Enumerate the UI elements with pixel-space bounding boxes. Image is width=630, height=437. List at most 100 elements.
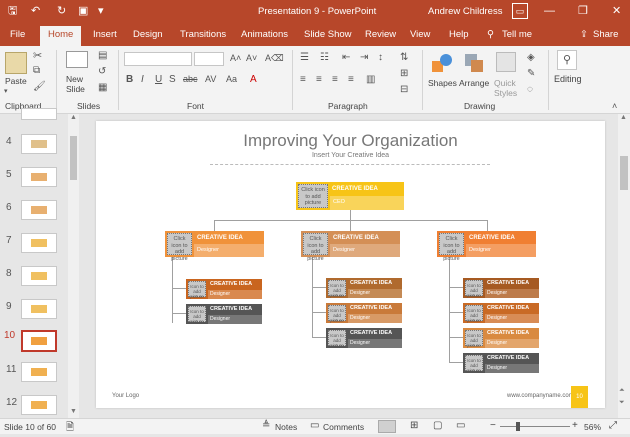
tab-help[interactable]: Help [449,29,469,40]
org-card-sub[interactable]: Icon to add picture CREATIVE IDEA Design… [326,278,402,298]
picture-placeholder[interactable]: Icon to add picture [465,330,483,348]
increase-indent-icon[interactable]: ⇥ [360,52,368,63]
card-role[interactable]: Designer [333,247,355,253]
columns-icon[interactable]: ▥ [366,74,375,85]
change-case-icon[interactable]: Aa [226,74,237,84]
shapes-button[interactable]: Shapes [428,78,457,88]
maximize-icon[interactable]: ❐ [578,4,588,18]
next-slide-icon[interactable]: ⏷ [619,399,625,407]
card-title[interactable]: CREATIVE IDEA [210,306,252,312]
card-title[interactable]: CREATIVE IDEA [197,235,243,241]
align-right-icon[interactable]: ≡ [332,74,338,85]
collapse-ribbon-icon[interactable]: ˄ [612,101,617,111]
slide-canvas[interactable]: Improving Your Organization Insert Your … [96,121,605,408]
org-card-sub[interactable]: Icon to add picture CREATIVE IDEA Design… [326,328,402,348]
format-painter-icon[interactable]: 🖌 [33,81,46,92]
shape-effects-icon[interactable]: ◌ [527,84,533,95]
scroll-thumb[interactable] [70,136,77,180]
org-card-sub[interactable]: Icon to add picture CREATIVE IDEA Design… [186,304,262,324]
comments-button[interactable]: Comments [323,422,364,432]
tell-me-search[interactable]: Tell me [502,29,532,40]
reading-view-icon[interactable]: ▢ [433,420,442,431]
font-name-input[interactable] [124,52,192,66]
align-left-icon[interactable]: ≡ [300,74,306,85]
quick-styles-icon[interactable] [496,52,516,72]
smartart-icon[interactable]: ⊟ [400,84,408,95]
picture-placeholder[interactable]: Icon to add picture [465,305,483,323]
card-title[interactable]: CREATIVE IDEA [333,235,379,241]
font-color-icon[interactable]: A [250,74,257,85]
fit-to-window-icon[interactable]: ⤢ [609,420,617,431]
new-slide-icon[interactable] [66,51,88,68]
tab-review[interactable]: Review [365,29,396,40]
slide-thumbnail[interactable] [21,299,57,319]
zoom-in-icon[interactable]: + [572,420,578,431]
org-card-sub[interactable]: Icon to add picture CREATIVE IDEA Design… [186,279,262,299]
card-role[interactable]: Designer [487,340,507,346]
slide-thumbnail[interactable] [21,233,57,253]
logo-text[interactable]: Your Logo [112,393,139,399]
editing-button[interactable]: Editing [554,74,582,84]
decrease-font-size-icon[interactable]: A˅ [246,53,257,63]
card-role[interactable]: Designer [487,365,507,371]
spelling-icon[interactable]: 🗎 [66,420,74,437]
arrange-icon[interactable] [463,52,485,74]
tab-slide-show[interactable]: Slide Show [304,29,352,40]
slide-thumbnail[interactable] [21,134,57,154]
picture-placeholder[interactable]: Click icon to add picture [167,233,192,262]
italic-icon[interactable]: I [141,74,144,85]
paste-icon[interactable] [5,52,27,74]
arrange-button[interactable]: Arrange [459,78,489,88]
decrease-indent-icon[interactable]: ⇤ [342,52,350,63]
slide-title[interactable]: Improving Your Organization [96,131,605,151]
card-title[interactable]: CREATIVE IDEA [469,235,515,241]
picture-placeholder[interactable]: Icon to add picture [188,306,206,324]
save-icon[interactable]: 🖫 [8,4,17,18]
notes-button[interactable]: Notes [275,422,297,432]
scroll-down-icon[interactable]: ▼ [70,408,77,415]
card-title[interactable]: CREATIVE IDEA [350,280,392,286]
card-title[interactable]: CREATIVE IDEA [487,330,529,336]
redo-icon[interactable]: ↻ [57,4,66,18]
card-role[interactable]: Designer [350,290,370,296]
layout-icon[interactable]: ▤ [98,50,107,61]
card-role[interactable]: Designer [210,291,230,297]
paste-button[interactable]: Paste [5,76,27,86]
card-title[interactable]: CREATIVE IDEA [487,355,529,361]
section-icon[interactable]: ▦ [98,82,107,93]
org-card-mid[interactable]: Click icon to add picture CREATIVE IDEA … [165,231,264,262]
clear-formatting-icon[interactable]: A⌫ [265,53,284,64]
start-presentation-icon[interactable]: ▣ [78,4,88,18]
card-title[interactable]: CREATIVE IDEA [487,305,529,311]
previous-slide-icon[interactable]: ⏶ [619,387,625,395]
justify-icon[interactable]: ≡ [348,74,354,85]
text-direction-icon[interactable]: ⇅ [400,52,408,63]
org-card-sub[interactable]: Icon to add picture CREATIVE IDEA Design… [326,303,402,323]
font-size-input[interactable] [194,52,224,66]
slide-thumbnail[interactable] [21,362,57,382]
tab-view[interactable]: View [410,29,430,40]
reset-icon[interactable]: ↺ [98,66,106,77]
new-slide-button[interactable]: New Slide [66,74,90,94]
card-role[interactable]: Designer [210,316,230,322]
slide-thumbnail[interactable] [21,330,57,352]
org-card-sub[interactable]: Icon to add picture CREATIVE IDEA Design… [463,303,539,323]
close-icon[interactable]: ✕ [612,4,621,18]
picture-placeholder[interactable]: Icon to add picture [465,355,483,373]
align-text-icon[interactable]: ⊞ [400,68,408,79]
org-card-sub[interactable]: Icon to add picture CREATIVE IDEA Design… [463,353,539,373]
zoom-out-icon[interactable]: − [490,420,496,431]
slide-thumbnail[interactable] [21,167,57,187]
slide-thumbnail[interactable] [21,108,57,120]
card-role[interactable]: Designer [197,247,219,253]
underline-icon[interactable]: U [155,74,162,85]
scroll-up-icon[interactable]: ▲ [620,114,627,121]
find-icon[interactable]: ⚲ [557,50,577,70]
copy-icon[interactable]: ⧉ [33,65,40,76]
shape-fill-icon[interactable]: ◈ [527,52,535,63]
tab-file[interactable]: File [10,29,25,40]
card-role[interactable]: Designer [487,290,507,296]
picture-placeholder[interactable]: Icon to add picture [328,330,346,348]
card-role[interactable]: Designer [350,315,370,321]
slide-thumbnail[interactable] [21,200,57,220]
